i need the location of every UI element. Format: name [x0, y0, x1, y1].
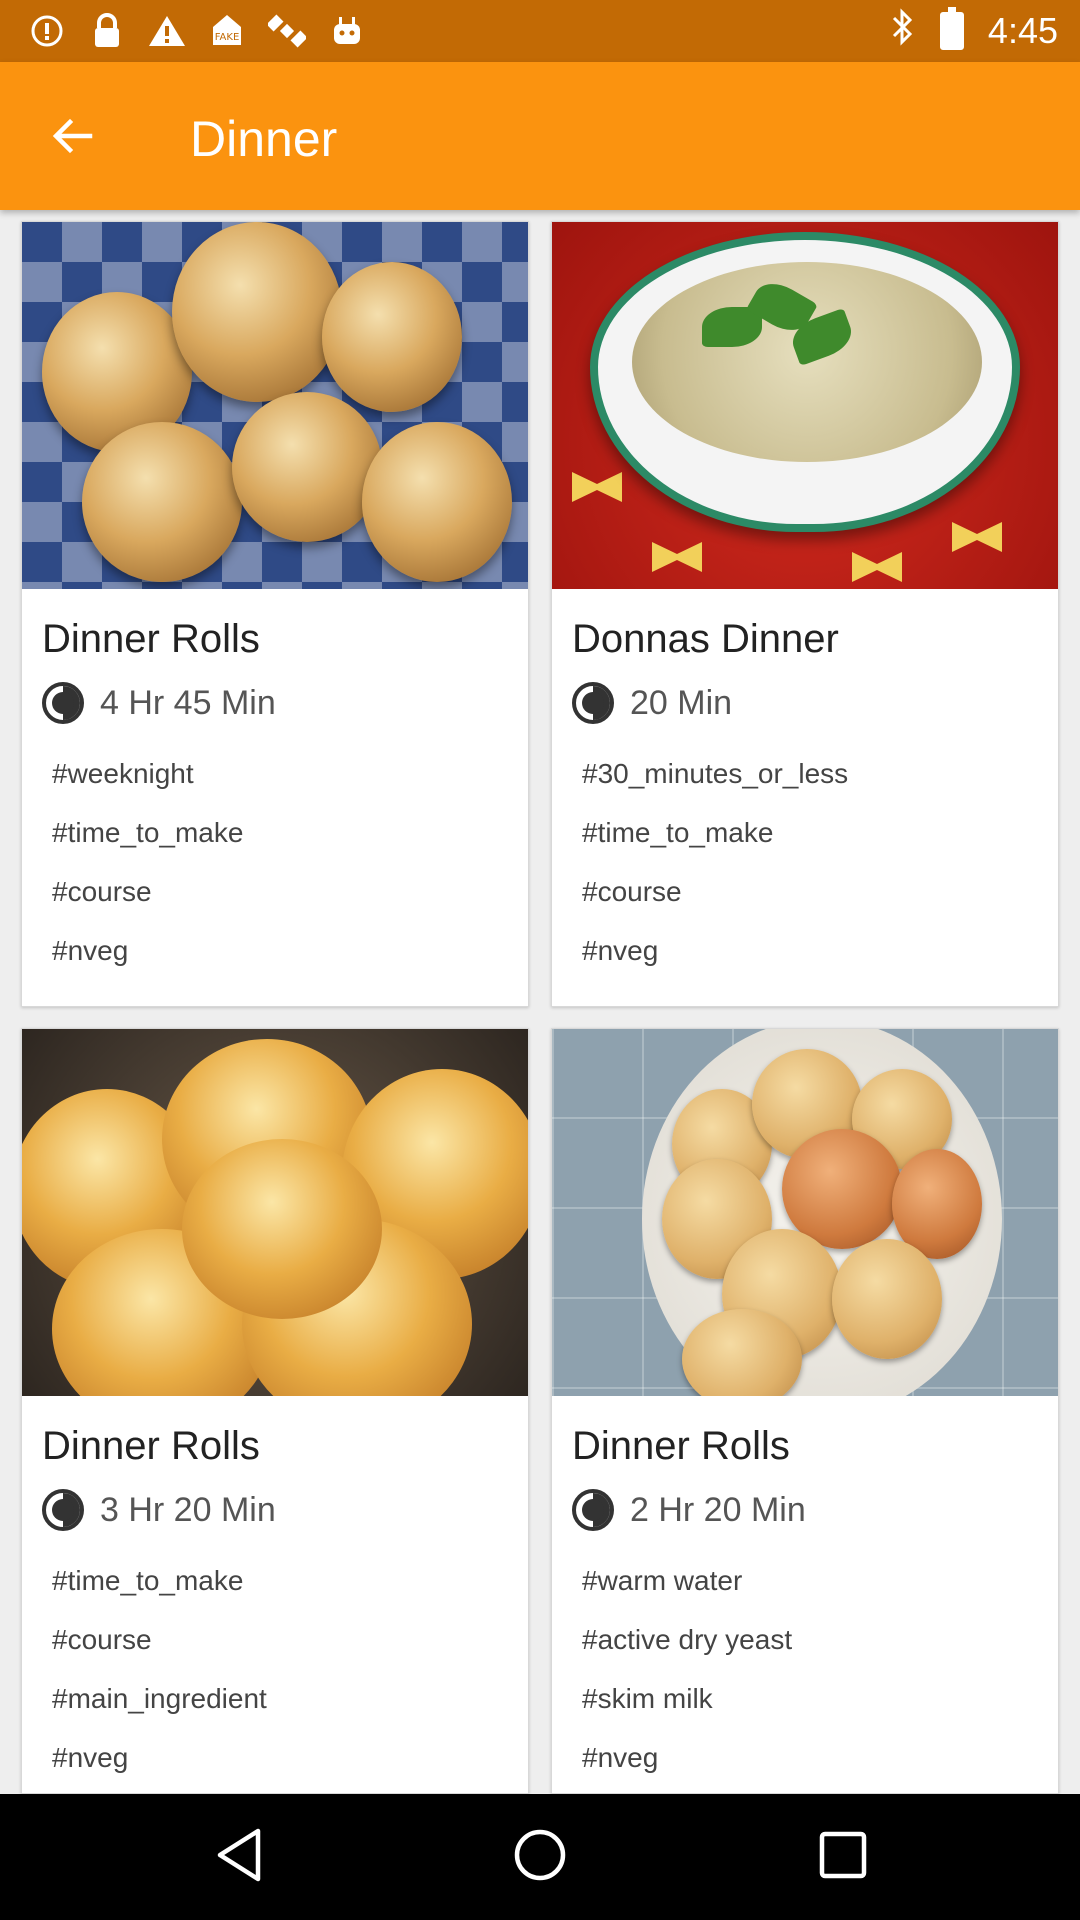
recipe-tags: #weeknight #time_to_make #course #nveg: [52, 757, 243, 993]
recipe-image: [22, 1029, 528, 1396]
recipe-time: 2 Hr 20 Min: [572, 1489, 806, 1531]
tag-link[interactable]: #course: [52, 875, 243, 934]
recipe-time-text: 20 Min: [630, 683, 733, 722]
alert-circle-icon: [28, 12, 66, 50]
tag-link[interactable]: #time_to_make: [52, 1564, 267, 1623]
status-system-icons: 4:45: [890, 7, 1058, 54]
clock-icon: [42, 682, 84, 724]
tag-link[interactable]: #course: [52, 1623, 267, 1682]
system-nav-bar: [0, 1794, 1080, 1920]
recipe-time: 3 Hr 20 Min: [42, 1489, 276, 1531]
recipe-tags: #warm water #active dry yeast #skim milk…: [582, 1564, 792, 1793]
svg-text:FAKE: FAKE: [215, 32, 240, 43]
tag-link[interactable]: #active dry yeast: [582, 1623, 792, 1682]
status-bar: FAKE 4:45: [0, 0, 1080, 62]
status-time: 4:45: [987, 10, 1058, 51]
tag-link[interactable]: #nveg: [52, 1741, 267, 1793]
recipe-image: [552, 1029, 1058, 1396]
tag-link[interactable]: #nveg: [52, 934, 243, 993]
recents-square-icon: [817, 1829, 869, 1886]
recipe-time-text: 3 Hr 20 Min: [100, 1490, 276, 1529]
home-circle-icon: [512, 1827, 568, 1888]
tag-link[interactable]: #time_to_make: [582, 816, 848, 875]
tag-link[interactable]: #course: [582, 875, 848, 934]
nav-recents-button[interactable]: [808, 1822, 878, 1892]
satellite-icon: [268, 12, 306, 50]
back-button[interactable]: [40, 106, 104, 170]
android-icon: [328, 12, 366, 50]
tag-link[interactable]: #main_ingredient: [52, 1682, 267, 1741]
recipe-tags: #time_to_make #course #main_ingredient #…: [52, 1564, 267, 1793]
fake-gps-icon: FAKE: [208, 12, 246, 50]
nav-back-button[interactable]: [205, 1822, 275, 1892]
tag-link[interactable]: #weeknight: [52, 757, 243, 816]
recipe-title: Dinner Rolls: [42, 1424, 260, 1468]
tag-link[interactable]: #time_to_make: [52, 816, 243, 875]
arrow-left-icon: [50, 114, 94, 163]
recipe-image: [22, 222, 528, 589]
recipe-title: Dinner Rolls: [42, 617, 260, 661]
recipe-card[interactable]: Dinner Rolls 4 Hr 45 Min #weeknight #tim…: [21, 221, 529, 1007]
tag-link[interactable]: #warm water: [582, 1564, 792, 1623]
warning-icon: [148, 12, 186, 50]
bluetooth-icon: [890, 8, 916, 54]
recipe-title: Dinner Rolls: [572, 1424, 790, 1468]
nav-home-button[interactable]: [505, 1822, 575, 1892]
tag-link[interactable]: #skim milk: [582, 1682, 792, 1741]
recipe-tags: #30_minutes_or_less #time_to_make #cours…: [582, 757, 848, 993]
tag-link[interactable]: #nveg: [582, 1741, 792, 1793]
page-title: Dinner: [190, 111, 338, 167]
recipe-title: Donnas Dinner: [572, 617, 839, 661]
clock-icon: [572, 682, 614, 724]
lock-icon: [88, 12, 126, 50]
back-triangle-icon: [212, 1825, 268, 1890]
clock-icon: [42, 1489, 84, 1531]
recipe-time-text: 4 Hr 45 Min: [100, 683, 276, 722]
tag-link[interactable]: #30_minutes_or_less: [582, 757, 848, 816]
recipe-card[interactable]: Dinner Rolls 2 Hr 20 Min #warm water #ac…: [551, 1028, 1059, 1794]
battery-icon: [939, 7, 964, 50]
app-bar: Dinner: [0, 62, 1080, 210]
recipe-card[interactable]: Dinner Rolls 3 Hr 20 Min #time_to_make #…: [21, 1028, 529, 1794]
recipe-time: 4 Hr 45 Min: [42, 682, 276, 724]
recipe-image: [552, 222, 1058, 589]
clock-icon: [572, 1489, 614, 1531]
recipe-time-text: 2 Hr 20 Min: [630, 1490, 806, 1529]
tag-link[interactable]: #nveg: [582, 934, 848, 993]
recipe-time: 20 Min: [572, 682, 732, 724]
status-notification-icons: FAKE: [28, 12, 366, 50]
recipe-card[interactable]: Donnas Dinner 20 Min #30_minutes_or_less…: [551, 221, 1059, 1007]
